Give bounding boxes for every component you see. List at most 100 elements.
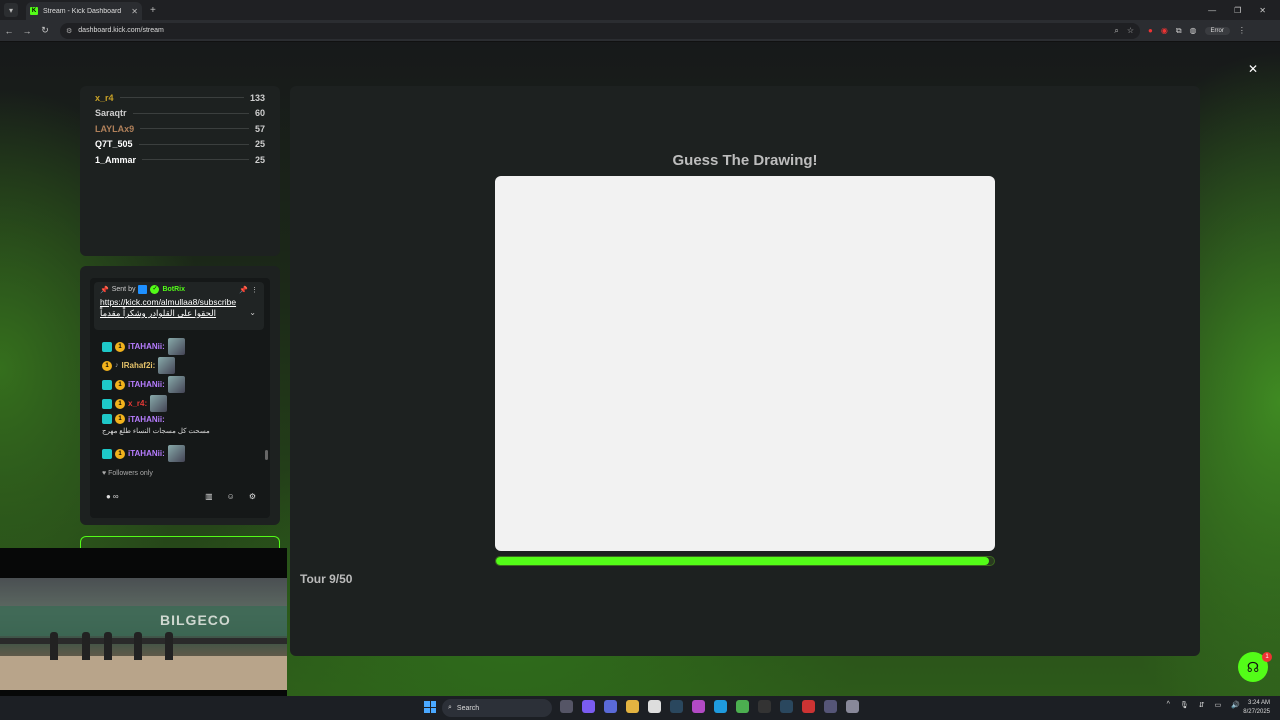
round-timer-fill	[496, 557, 990, 565]
tab-title: Stream - Kick Dashboard	[43, 7, 122, 15]
chat-message: 1 iTAHANii:	[102, 445, 185, 462]
url-input[interactable]: ⚙ dashboard.kick.com/stream ⌕ ☆	[60, 22, 1140, 39]
points-value: ∞	[112, 492, 119, 501]
bot-badge-icon	[138, 285, 148, 294]
emote-image	[167, 376, 185, 393]
new-tab-icon[interactable]: +	[150, 5, 156, 16]
error-button[interactable]: Error	[1204, 26, 1230, 35]
chat-message: 1 iTAHANii: مسحت كل مسجات النساء طلع مهر…	[102, 414, 258, 435]
tab-kick-dashboard[interactable]: K Stream - Kick Dashboard ✕	[26, 2, 142, 20]
microphone-icon[interactable]: 🎙	[1180, 701, 1189, 709]
pinned-link-text[interactable]: https://kick.com/almullaa8/subscribe	[100, 297, 236, 307]
tour-counter: Tour 9/50	[300, 572, 353, 586]
leaderboard-name: Saraqtr	[95, 108, 127, 119]
teams-icon[interactable]	[604, 700, 617, 713]
steam-icon[interactable]	[670, 700, 683, 713]
chat-toolbar: ● ∞ ▥ ☺ ⚙	[106, 492, 256, 501]
tab-search-icon[interactable]: ▾	[4, 3, 18, 17]
points-icon[interactable]: ●	[106, 492, 111, 501]
chat-username[interactable]: x_r4:	[128, 399, 147, 408]
leaderboard-row: x_r4 133	[95, 90, 265, 106]
steam-alt-icon[interactable]	[780, 700, 793, 713]
extension-record-icon[interactable]: ◉	[1161, 26, 1168, 35]
chat-text: مسحت كل مسجات النساء طلع مهرج	[102, 428, 210, 435]
store-icon[interactable]	[648, 700, 661, 713]
leaderboard-divider	[119, 97, 244, 99]
train-sign-text: BILGECO	[160, 612, 231, 628]
pinned-message[interactable]: 📌 Sent by ✓ BotRix 📌 ⋮ https://kick.com/…	[94, 282, 264, 330]
chat-app-icon[interactable]	[582, 700, 595, 713]
menu-dots-icon[interactable]: ⋮	[1238, 26, 1246, 35]
stream-page: ✕ x_r4 133 Saraqtr 60 LAYLAx9 57 Q7T_505…	[0, 42, 1280, 696]
tab-close-icon[interactable]: ✕	[131, 7, 138, 16]
task-view-icon[interactable]	[560, 700, 573, 713]
clock-date: 8/27/2025	[1243, 709, 1270, 715]
back-icon[interactable]: ←	[0, 26, 18, 36]
xbox-icon[interactable]	[758, 700, 771, 713]
file-explorer-icon[interactable]	[626, 700, 639, 713]
overlay-close-icon[interactable]: ✕	[1248, 62, 1258, 76]
leaderboard-score: 57	[254, 123, 265, 134]
gift-badge-icon: 1	[115, 448, 125, 459]
chat-username[interactable]: iTAHANii:	[128, 342, 165, 351]
search-icon: ⌕	[448, 704, 452, 711]
leaderboard-row: 1_Ammar 25	[95, 152, 265, 168]
drawing-canvas[interactable]	[495, 176, 995, 551]
round-timer-bar	[495, 556, 995, 566]
bookmark-star-icon[interactable]: ☆	[1127, 26, 1134, 35]
chat-window[interactable]: 📌 Sent by ✓ BotRix 📌 ⋮ https://kick.com/…	[90, 278, 270, 518]
trash-icon[interactable]: ▥	[205, 492, 213, 501]
edge-icon[interactable]	[714, 700, 727, 713]
site-info-icon[interactable]: ⚙	[66, 27, 72, 35]
game-character	[134, 632, 142, 660]
minimize-icon[interactable]: —	[1208, 6, 1216, 15]
chat-username[interactable]: iTAHANii:	[128, 380, 165, 389]
forward-icon[interactable]: →	[18, 26, 36, 36]
unpin-icon[interactable]: 📌	[239, 286, 248, 294]
chat-username[interactable]: iTAHANii:	[128, 415, 165, 424]
chat-username[interactable]: iTAHANii:	[128, 449, 165, 458]
network-icon[interactable]: ⇵	[1199, 701, 1205, 709]
music-note-icon: ♪	[115, 362, 119, 369]
volume-icon[interactable]: 🔊	[1231, 701, 1240, 709]
taskbar-search-input[interactable]: ⌕ Search	[442, 699, 552, 717]
leaderboard-row: Q7T_505 25	[95, 137, 265, 153]
leaderboard-score: 25	[254, 154, 265, 165]
emote-image	[150, 395, 168, 412]
chat-message: 1 iTAHANii:	[102, 338, 185, 355]
taskbar-search-label: Search	[456, 704, 480, 712]
window-close-icon[interactable]: ✕	[1259, 6, 1266, 15]
mail-icon[interactable]	[824, 700, 837, 713]
settings-icon[interactable]	[846, 700, 859, 713]
chat-scrollbar[interactable]	[265, 450, 268, 460]
app-purple-icon[interactable]	[692, 700, 705, 713]
chat-username[interactable]: lRahaf2i:	[122, 361, 156, 370]
kick-favicon-icon: K	[30, 7, 38, 15]
pinned-link[interactable]: https://kick.com/almullaa8/subscribe الح…	[100, 297, 245, 319]
tray-chevron-icon[interactable]: ^	[1167, 701, 1170, 709]
zoom-icon[interactable]: ⌕	[1114, 26, 1118, 36]
extension-red-icon[interactable]: ●	[1148, 26, 1153, 35]
chrome-icon[interactable]	[736, 700, 749, 713]
leaderboard-divider	[132, 112, 249, 114]
windows-start-icon[interactable]	[424, 701, 436, 713]
profile-icon[interactable]: ◍	[1190, 26, 1197, 35]
extensions-puzzle-icon[interactable]: ⧉	[1176, 26, 1182, 36]
subscriber-badge-icon	[102, 379, 112, 390]
display-icon[interactable]: ▭	[1215, 701, 1222, 709]
taskbar-clock[interactable]: 3:24 AM 8/27/2025	[1243, 699, 1270, 717]
emote-picker-icon[interactable]: ☺	[227, 492, 235, 501]
guess-drawing-game: Guess The Drawing! Tour 9/50	[290, 86, 1200, 656]
followers-only-notice: ♥ Followers only	[102, 470, 153, 477]
pinned-menu-icon[interactable]: ⋮	[251, 286, 258, 294]
reload-icon[interactable]: ↻	[36, 25, 54, 36]
leaderboard-row: LAYLAx9 57	[95, 121, 265, 137]
chat-message: 1 x_r4:	[102, 395, 168, 412]
ground	[0, 656, 287, 690]
chat-settings-gear-icon[interactable]: ⚙	[249, 492, 256, 501]
app-red-icon[interactable]	[802, 700, 815, 713]
restore-icon[interactable]: ❐	[1234, 6, 1241, 15]
game-character	[82, 632, 90, 660]
leaderboard-name: x_r4	[95, 92, 114, 103]
expand-chevron-icon[interactable]: ⌄	[249, 308, 256, 317]
